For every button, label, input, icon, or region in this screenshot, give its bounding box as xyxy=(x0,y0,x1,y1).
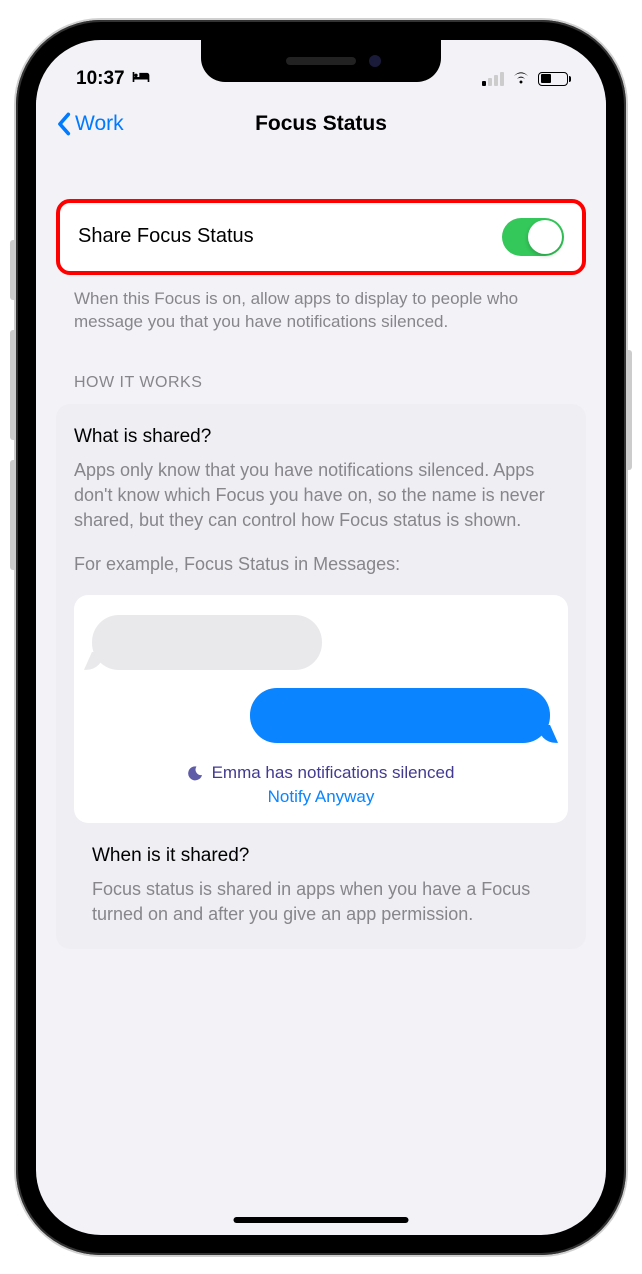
silenced-status-line: Emma has notifications silenced xyxy=(92,763,550,783)
share-focus-status-toggle[interactable] xyxy=(502,218,564,256)
what-is-shared-text: Apps only know that you have notificatio… xyxy=(74,458,568,534)
screen: 10:37 Work xyxy=(36,40,606,1235)
incoming-message-bubble xyxy=(92,615,322,670)
cellular-signal-icon xyxy=(482,72,504,86)
back-label: Work xyxy=(75,112,124,136)
page-title: Focus Status xyxy=(255,112,387,136)
battery-icon xyxy=(538,72,571,86)
moon-icon xyxy=(188,765,204,781)
example-label: For example, Focus Status in Messages: xyxy=(74,552,568,577)
how-it-works-header: HOW IT WORKS xyxy=(56,334,586,404)
outgoing-message-bubble xyxy=(250,688,550,743)
messages-preview: Emma has notifications silenced Notify A… xyxy=(74,595,568,823)
wifi-icon xyxy=(511,68,531,90)
share-description: When this Focus is on, allow apps to dis… xyxy=(56,275,586,335)
share-focus-status-row: Share Focus Status xyxy=(56,199,586,275)
notify-anyway-button[interactable]: Notify Anyway xyxy=(92,787,550,807)
what-is-shared-title: What is shared? xyxy=(74,426,568,448)
bed-icon xyxy=(131,68,151,90)
status-time: 10:37 xyxy=(76,68,125,90)
device-notch xyxy=(201,40,441,82)
share-focus-status-label: Share Focus Status xyxy=(78,225,254,248)
when-is-it-shared-title: When is it shared? xyxy=(92,845,550,867)
how-it-works-card: What is shared? Apps only know that you … xyxy=(56,404,586,949)
chevron-left-icon xyxy=(56,112,71,136)
home-indicator[interactable] xyxy=(234,1217,409,1223)
when-is-it-shared-text: Focus status is shared in apps when you … xyxy=(92,877,550,927)
navigation-bar: Work Focus Status xyxy=(36,100,606,154)
back-button[interactable]: Work xyxy=(56,112,124,136)
phone-frame: 10:37 Work xyxy=(16,20,626,1255)
